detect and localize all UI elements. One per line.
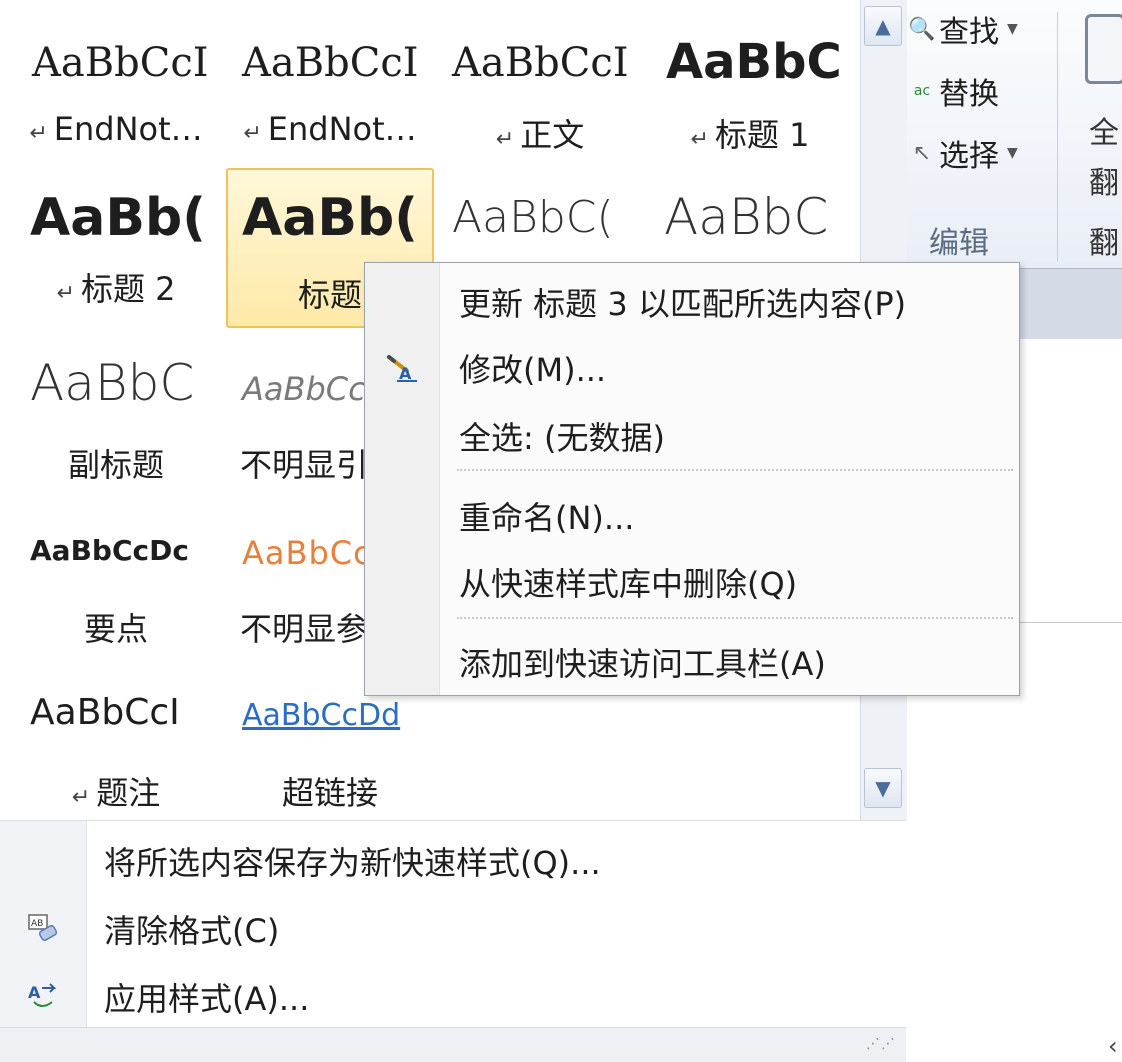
- triangle-up-icon: ▲: [875, 14, 891, 38]
- style-preview: AaBbCcI: [242, 40, 419, 86]
- style-subtle-emphasis[interactable]: AaBbCc 不明显引: [226, 336, 366, 496]
- paragraph-mark-icon: ↵: [29, 121, 48, 146]
- style-preview: AaBbCcDc: [30, 534, 189, 567]
- style-name: 要点: [83, 610, 148, 648]
- style-caption[interactable]: AaBbCcI ↵ 题注: [12, 676, 220, 836]
- apply-styles-icon: A: [0, 980, 86, 1014]
- clipped-label: 翻: [1089, 226, 1119, 261]
- svg-text:AB: AB: [31, 919, 43, 929]
- apply-styles-item[interactable]: A 应用样式(A)...: [0, 965, 906, 1029]
- style-name: 标题 2: [80, 270, 176, 308]
- style-strong[interactable]: AaBbCcDc 要点: [12, 512, 220, 672]
- style-preview: AaBbC: [664, 188, 829, 246]
- find-icon: 🔍: [908, 16, 936, 42]
- style-heading-2[interactable]: AaBb( ↵ 标题 2: [12, 172, 220, 332]
- style-endnote-2[interactable]: AaBbCcI ↵ EndNot…: [226, 18, 434, 178]
- style-name: 不明显参: [240, 610, 366, 648]
- scroll-down-button[interactable]: ▼: [864, 768, 902, 808]
- menu-item-label: 清除格式(C): [104, 912, 280, 950]
- style-name: 超链接: [281, 774, 378, 812]
- clipped-label: 翻: [1089, 166, 1119, 201]
- style-name: EndNot…: [53, 110, 203, 148]
- chevron-down-icon: ▼: [1007, 145, 1018, 161]
- scroll-left-icon[interactable]: ‹: [1108, 1032, 1118, 1060]
- select-all-item[interactable]: 全选: (无数据): [365, 403, 1019, 469]
- modify-style-item[interactable]: A 修改(M)...: [365, 335, 1019, 401]
- svg-text:A: A: [28, 983, 41, 1002]
- menu-separator: [457, 617, 1013, 619]
- paragraph-mark-icon: ↵: [690, 127, 709, 152]
- rename-style-item[interactable]: 重命名(N)...: [365, 483, 1019, 549]
- ribbon-separator: [1057, 12, 1058, 262]
- add-to-qat-item[interactable]: 添加到快速访问工具栏(A): [365, 629, 1019, 695]
- gallery-bottom-menu: 将所选内容保存为新快速样式(Q)... AB 清除格式(C) A 应用样式(A)…: [0, 820, 906, 1062]
- select-icon: ↖: [912, 140, 932, 166]
- triangle-down-icon: ▼: [875, 776, 891, 800]
- document-ruler-line: [1020, 622, 1122, 623]
- menu-item-label: 更新 标题 3 以匹配所选内容(P): [459, 285, 907, 323]
- scroll-up-button[interactable]: ▲: [864, 6, 902, 46]
- save-new-style-item[interactable]: 将所选内容保存为新快速样式(Q)...: [0, 829, 906, 893]
- style-name: EndNot…: [267, 110, 417, 148]
- style-normal[interactable]: AaBbCcI ↵ 正文: [436, 18, 644, 178]
- style-heading-1[interactable]: AaBbC ↵ 标题 1: [646, 18, 854, 178]
- menu-item-label: 将所选内容保存为新快速样式(Q)...: [104, 844, 601, 882]
- replace-button[interactable]: ac 替换: [905, 66, 999, 116]
- remove-from-gallery-item[interactable]: 从快速样式库中删除(Q): [365, 549, 1019, 615]
- style-preview: AaBbCcI: [30, 692, 180, 733]
- style-subtle-reference[interactable]: AaBbCc 不明显参: [226, 512, 366, 672]
- paragraph-mark-icon: ↵: [243, 121, 262, 146]
- ribbon-editing-group: 🔍 查找 ▼ ac 替换 ↖ 选择 ▼ 编辑 全 翻 翻: [905, 0, 1122, 268]
- update-style-item[interactable]: 更新 标题 3 以匹配所选内容(P): [365, 269, 1019, 335]
- style-preview: AaBb(: [30, 188, 206, 248]
- menu-item-label: 修改(M)...: [459, 351, 607, 389]
- menu-item-label: 应用样式(A)...: [104, 980, 310, 1018]
- replace-label: 替换: [939, 77, 999, 112]
- menu-item-label: 重命名(N)...: [459, 499, 635, 537]
- chevron-down-icon: ▼: [1007, 21, 1018, 37]
- style-preview: AaBbCc: [242, 534, 366, 572]
- style-preview: AaBbC: [30, 354, 195, 412]
- select-button[interactable]: ↖ 选择 ▼: [905, 128, 1018, 178]
- menu-item-label: 添加到快速访问工具栏(A): [459, 645, 826, 683]
- menu-item-label: 全选: (无数据): [459, 419, 665, 457]
- resize-strip: ⋰⋰: [0, 1027, 906, 1062]
- paragraph-mark-icon: ↵: [71, 785, 91, 810]
- find-label: 查找: [939, 15, 999, 50]
- paragraph-mark-icon: ↵: [56, 281, 75, 306]
- style-preview: AaBbCcI: [32, 40, 209, 86]
- style-preview: AaBb(: [242, 188, 418, 248]
- style-preview: AaBbC(: [452, 192, 614, 243]
- find-button[interactable]: 🔍 查找 ▼: [905, 4, 1018, 54]
- style-preview: AaBbCc: [242, 370, 366, 408]
- group-label-editing: 编辑: [929, 226, 989, 261]
- big-button-icon[interactable]: [1085, 14, 1122, 84]
- clipped-label: 全: [1089, 116, 1119, 151]
- style-name: 不明显引: [240, 446, 366, 484]
- clear-formatting-item[interactable]: AB 清除格式(C): [0, 897, 906, 961]
- style-hyperlink[interactable]: AaBbCcDd 超链接: [226, 676, 434, 836]
- style-name: 标题 1: [714, 116, 810, 154]
- clear-format-icon: AB: [0, 912, 86, 946]
- modify-style-icon: A: [365, 353, 439, 383]
- replace-icon: ac: [913, 83, 931, 99]
- paragraph-mark-icon: ↵: [495, 127, 515, 152]
- style-endnote-1[interactable]: AaBbCcI ↵ EndNot…: [12, 18, 220, 178]
- style-name: 正文: [520, 116, 585, 154]
- style-preview: AaBbCcI: [452, 40, 629, 86]
- style-name: 副标题: [67, 446, 164, 484]
- style-preview: AaBbCcDd: [242, 698, 401, 733]
- select-label: 选择: [939, 139, 999, 174]
- style-context-menu: 更新 标题 3 以匹配所选内容(P) A 修改(M)... 全选: (无数据) …: [364, 262, 1020, 696]
- style-name: 题注: [96, 774, 161, 812]
- menu-item-label: 从快速样式库中删除(Q): [459, 565, 798, 603]
- menu-separator: [457, 469, 1013, 471]
- style-subtitle[interactable]: AaBbC 副标题: [12, 336, 220, 496]
- style-preview: AaBbC: [666, 34, 842, 90]
- resize-grip-icon[interactable]: ⋰⋰: [866, 1036, 896, 1052]
